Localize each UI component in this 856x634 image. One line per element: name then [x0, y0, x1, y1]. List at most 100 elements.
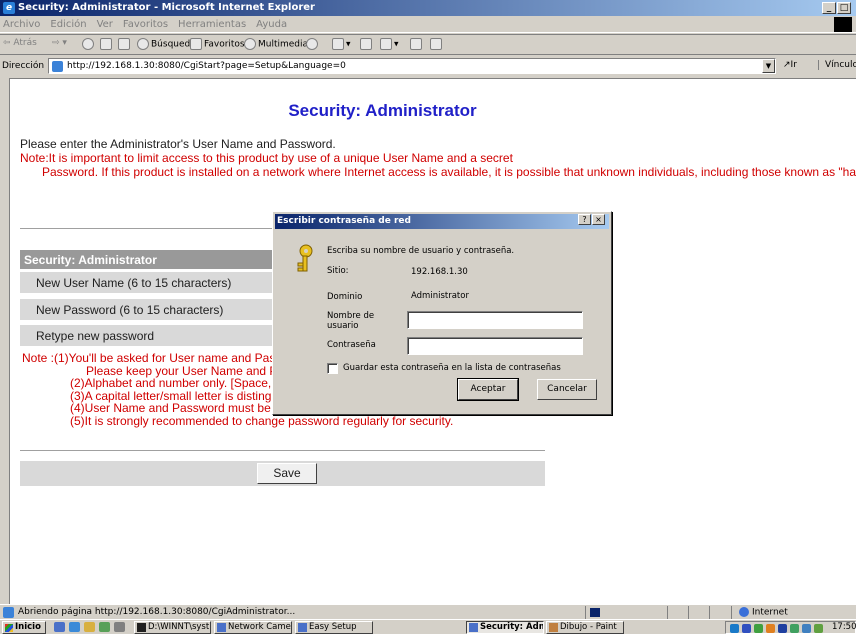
messenger-icon[interactable]: [430, 38, 444, 50]
address-label: Dirección: [2, 61, 45, 71]
maximize-button[interactable]: □: [837, 2, 851, 14]
taskbar-button-winnt[interactable]: D:\WINNT\syst...: [134, 621, 211, 634]
taskbar-button-security[interactable]: Security: Adm...: [466, 621, 544, 634]
window-title: Security: Administrator - Microsoft Inte…: [18, 2, 315, 13]
home-icon[interactable]: [118, 38, 132, 50]
taskbar-button-easy-setup[interactable]: Easy Setup: [295, 621, 373, 634]
system-tray: 17:50: [725, 621, 856, 634]
ie-quicklaunch-icon[interactable]: [69, 622, 80, 632]
domain-value: Administrator: [411, 291, 469, 301]
password-input[interactable]: [407, 337, 583, 355]
dialog-title-bar: Escribir contraseña de red: [275, 214, 609, 229]
internet-explorer-icon: e: [3, 2, 15, 14]
site-value: 192.168.1.30: [411, 267, 468, 277]
security-note: Note:It is important to limit access to …: [20, 151, 856, 179]
multimedia-button[interactable]: Multimedia: [244, 38, 308, 50]
discuss-icon[interactable]: [410, 38, 424, 50]
windows-logo-icon: [834, 17, 852, 32]
close-button[interactable]: ×: [592, 214, 605, 225]
explorer-quicklaunch-icon[interactable]: [84, 622, 95, 632]
menu-bar: Archivo Edición Ver Favoritos Herramientas Ay…: [0, 16, 856, 33]
window-title-bar: e Security: Administrator - Microsoft In…: [0, 0, 856, 16]
taskbar: Inicio D:\WINNT\syst... Network Camera E…: [0, 619, 856, 634]
page-title: Security: Administrator: [288, 101, 477, 120]
new-password-label: New Password (6 to 15 characters): [20, 299, 286, 320]
dialog-prompt: Escriba su nombre de usuario y contraseñ…: [327, 246, 515, 256]
address-url: http://192.168.1.30:8080/CgiStart?page=S…: [67, 61, 346, 71]
network-password-dialog: Escribir contraseña de red ? × Escriba s…: [272, 211, 612, 415]
back-button[interactable]: ⇦ Atrás: [3, 38, 37, 48]
intro-text: Please enter the Administrator's User Na…: [20, 137, 336, 151]
go-button[interactable]: ↗Ir: [783, 60, 797, 70]
menu-herramientas[interactable]: Herramientas: [173, 16, 251, 30]
left-frame-strip: [0, 78, 9, 604]
windows-flag-icon: [5, 624, 13, 632]
tray-icon[interactable]: [778, 624, 787, 633]
history-icon[interactable]: [306, 38, 320, 50]
toolbar: ⇦ Atrás ⇨ ▾ Búsqueda Favoritos Multimedi…: [0, 34, 856, 53]
progress-bar: [590, 608, 600, 617]
stop-icon[interactable]: [82, 38, 96, 50]
search-button[interactable]: Búsqueda: [137, 38, 196, 50]
key-icon: [297, 244, 313, 272]
start-button[interactable]: Inicio: [2, 621, 46, 634]
address-input[interactable]: http://192.168.1.30:8080/CgiStart?page=S…: [48, 58, 776, 74]
address-dropdown-button[interactable]: ▼: [762, 59, 775, 73]
domain-label: Dominio: [327, 292, 363, 302]
status-text: Abriendo página http://192.168.1.30:8080…: [18, 607, 296, 617]
save-password-checkbox[interactable]: [327, 363, 338, 374]
save-bar: Save: [20, 461, 545, 486]
section-header: Security: Administrator: [20, 250, 286, 269]
edit-icon[interactable]: ▾: [380, 38, 399, 50]
show-desktop-icon[interactable]: [54, 622, 65, 632]
security-zone: Internet: [739, 607, 788, 618]
password-label: Contraseña: [327, 340, 376, 350]
taskbar-button-paint[interactable]: Dibujo - Paint: [546, 621, 624, 634]
multimedia-icon: [244, 38, 256, 50]
help-button[interactable]: ?: [578, 214, 591, 225]
dialog-title: Escribir contraseña de red: [277, 216, 411, 226]
forward-button[interactable]: ⇨ ▾: [52, 38, 67, 48]
links-button[interactable]: Vínculos: [818, 60, 856, 70]
loading-page-icon: [3, 607, 14, 618]
tray-icon[interactable]: [790, 624, 799, 633]
taskbar-button-network-camera[interactable]: Network Camera: [214, 621, 292, 634]
search-icon: [137, 38, 149, 50]
quicklaunch-icon[interactable]: [114, 622, 125, 632]
quicklaunch-icon[interactable]: [99, 622, 110, 632]
divider: [20, 450, 545, 451]
security-note-body: Password. If this product is installed o…: [42, 165, 856, 179]
rule-5: (5)It is strongly recommended to change …: [70, 413, 454, 428]
menu-archivo[interactable]: Archivo: [0, 16, 45, 30]
username-input[interactable]: [407, 311, 583, 329]
page-icon: [52, 61, 63, 72]
cancel-button[interactable]: Cancelar: [537, 379, 597, 400]
minimize-button[interactable]: _: [822, 2, 836, 14]
print-icon[interactable]: [360, 38, 374, 50]
refresh-icon[interactable]: [100, 38, 114, 50]
tray-icon[interactable]: [766, 624, 775, 633]
tray-icon[interactable]: [730, 624, 739, 633]
tray-icon[interactable]: [802, 624, 811, 633]
favorites-icon: [190, 38, 202, 50]
menu-ayuda[interactable]: Ayuda: [251, 16, 292, 30]
site-label: Sitio:: [327, 266, 349, 276]
save-password-label: Guardar esta contraseña en la lista de c…: [343, 363, 561, 373]
new-user-name-label: New User Name (6 to 15 characters): [20, 272, 286, 293]
status-bar: Abriendo página http://192.168.1.30:8080…: [0, 604, 856, 619]
mail-icon[interactable]: ▾: [332, 38, 351, 50]
accept-button[interactable]: Aceptar: [458, 379, 518, 400]
security-note-first-line: Note:It is important to limit access to …: [20, 151, 513, 165]
username-label: Nombre de usuario: [327, 311, 375, 331]
globe-icon: [739, 607, 749, 617]
tray-icon[interactable]: [814, 624, 823, 633]
retype-password-label: Retype new password: [20, 325, 286, 346]
tray-icon[interactable]: [742, 624, 751, 633]
tray-icon[interactable]: [754, 624, 763, 633]
clock[interactable]: 17:50: [832, 622, 856, 633]
menu-edicion[interactable]: Edición: [45, 16, 91, 30]
menu-ver[interactable]: Ver: [92, 16, 118, 30]
favorites-button[interactable]: Favoritos: [190, 38, 245, 50]
menu-favoritos[interactable]: Favoritos: [118, 16, 173, 30]
save-button[interactable]: Save: [257, 463, 317, 484]
